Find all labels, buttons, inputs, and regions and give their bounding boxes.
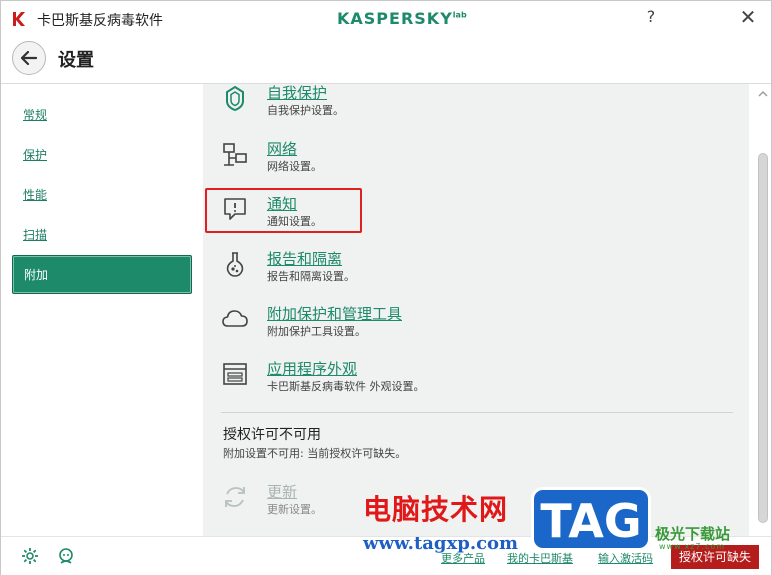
section-network[interactable]: 网络 网络设置。: [221, 138, 621, 178]
help-button[interactable]: ?: [641, 7, 661, 31]
close-button[interactable]: ✕: [736, 5, 760, 31]
section-reports-quarantine[interactable]: 报告和隔离 报告和隔离设置。: [221, 248, 621, 288]
section-desc: 附加保护工具设置。: [267, 325, 366, 338]
section-title[interactable]: 报告和隔离: [267, 248, 342, 269]
watermark-tag-badge: TAG: [531, 487, 651, 551]
flask-icon: [226, 252, 244, 277]
appearance-icon: [223, 363, 247, 385]
cloud-icon: [222, 310, 248, 327]
gear-icon[interactable]: [21, 547, 39, 565]
sidebar-item-scan[interactable]: 扫描: [23, 226, 47, 243]
scroll-up-arrow-icon[interactable]: [758, 89, 768, 99]
brand-name: KASPERSKY: [337, 9, 453, 28]
sidebar-item-protection[interactable]: 保护: [23, 146, 47, 163]
page-title: 设置: [58, 50, 94, 71]
watermark-text: 电脑技术网: [363, 493, 509, 526]
support-agent-icon[interactable]: [57, 547, 75, 565]
watermark-url: www.tagxp.com: [363, 533, 519, 554]
section-title[interactable]: 自我保护: [267, 84, 327, 103]
sidebar-item-additional[interactable]: 附加: [12, 255, 192, 294]
watermark-badge-text: TAG: [540, 494, 642, 548]
brand-sub: lab: [452, 10, 467, 20]
enter-activation-code-link[interactable]: 输入激活码: [598, 550, 653, 566]
kaspersky-brand-logo: KASPERSKYlab: [337, 9, 467, 28]
section-title[interactable]: 网络: [267, 138, 297, 159]
sidebar-item-performance[interactable]: 性能: [23, 186, 47, 203]
refresh-icon: [225, 487, 245, 507]
section-desc: 卡巴斯基反病毒软件 外观设置。: [267, 380, 425, 393]
sidebar-item-general[interactable]: 常规: [23, 106, 47, 123]
watermark-site-name: 极光下载站: [655, 525, 731, 543]
back-button[interactable]: [12, 41, 46, 75]
section-self-defense[interactable]: 自我保护 自我保护设置。: [221, 84, 621, 122]
section-desc: 网络设置。: [267, 160, 322, 173]
arrow-left-icon: [21, 51, 37, 65]
section-desc: 自我保护设置。: [267, 104, 344, 117]
watermark-site-url: www.xz7.com: [659, 542, 726, 551]
settings-content-panel: 自我保护 自我保护设置。 网络 网络设置。 通知 通知设置。 报告和隔离 报告和…: [203, 84, 749, 536]
kaspersky-k-logo-icon: [13, 12, 25, 26]
title-bar: 卡巴斯基反病毒软件 KASPERSKYlab ? ✕: [1, 1, 771, 37]
sidebar: 常规 保护 性能 扫描 附加: [1, 84, 203, 536]
section-additional-tools[interactable]: 附加保护和管理工具 附加保护工具设置。: [221, 303, 621, 343]
section-appearance[interactable]: 应用程序外观 卡巴斯基反病毒软件 外观设置。: [221, 358, 621, 398]
network-icon: [223, 143, 247, 166]
app-title: 卡巴斯基反病毒软件: [37, 13, 163, 29]
section-title: 更新: [267, 483, 298, 501]
license-unavailable-desc: 附加设置不可用: 当前授权许可缺失。: [223, 447, 407, 460]
section-desc: 更新设置。: [267, 503, 322, 516]
app-window: 卡巴斯基反病毒软件 KASPERSKYlab ? ✕ 设置 常规 保护 性能 扫…: [0, 0, 772, 575]
shield-icon: [226, 85, 244, 112]
section-divider: [221, 412, 733, 413]
section-desc: 报告和隔离设置。: [267, 270, 355, 283]
license-unavailable-title: 授权许可不可用: [223, 427, 321, 443]
scrollbar-thumb[interactable]: [758, 153, 768, 523]
red-highlight-box: [205, 188, 362, 233]
section-title[interactable]: 应用程序外观: [267, 358, 357, 379]
section-title[interactable]: 附加保护和管理工具: [267, 303, 402, 324]
